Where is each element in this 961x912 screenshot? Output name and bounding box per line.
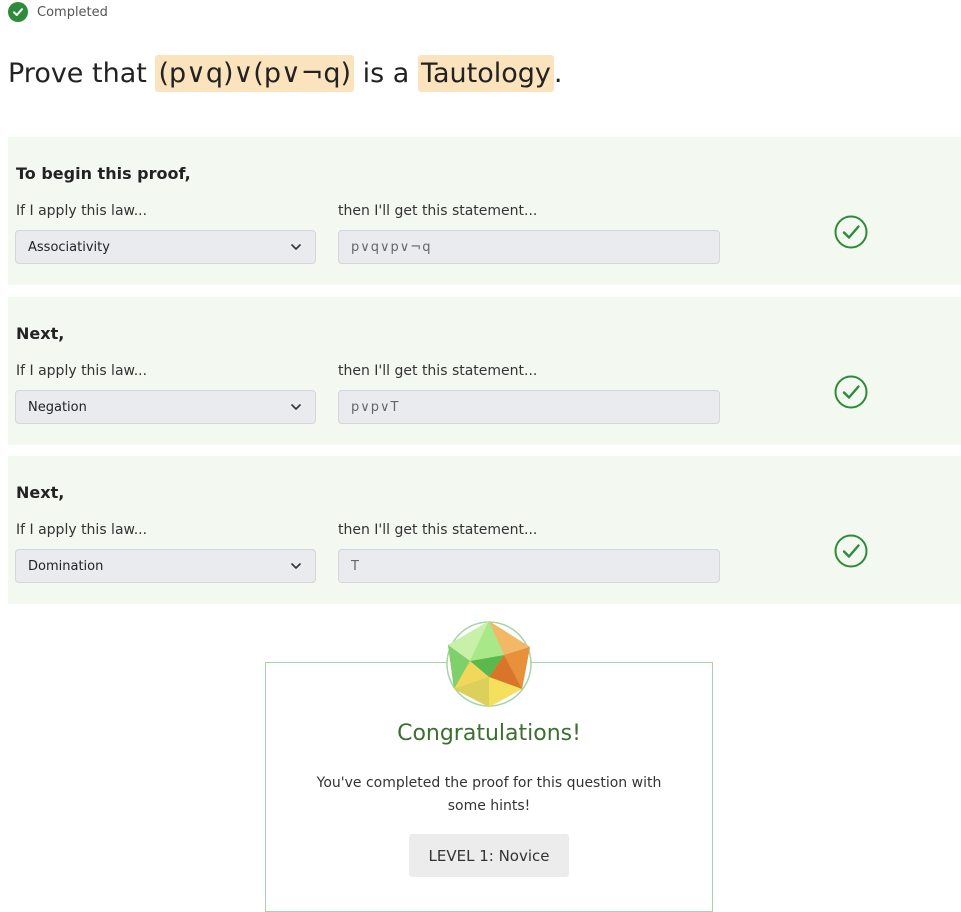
law-label: If I apply this law... — [16, 522, 148, 538]
check-circle-outline-icon — [834, 215, 868, 249]
statement-label: then I'll get this statement... — [338, 363, 538, 379]
check-circle-outline-icon — [834, 375, 868, 409]
step-heading: Next, — [16, 483, 65, 502]
proof-step-3: Next, If I apply this law... then I'll g… — [8, 456, 961, 604]
congratulations-title: Congratulations! — [397, 721, 581, 746]
statement-label: then I'll get this statement... — [338, 203, 538, 219]
law-select[interactable]: Domination — [15, 549, 316, 583]
statement-input[interactable]: p∨q∨p∨¬q — [338, 230, 720, 264]
proof-step-1: To begin this proof, If I apply this law… — [8, 137, 961, 285]
check-circle-outline-icon — [834, 534, 868, 568]
check-circle-icon — [8, 2, 28, 22]
chevron-down-icon — [291, 244, 301, 250]
law-select-value: Negation — [28, 399, 87, 415]
law-label: If I apply this law... — [16, 203, 148, 219]
question-expression: (p∨q)∨(p∨¬q) — [155, 55, 355, 92]
question-target: Tautology — [417, 55, 554, 92]
question-title: Prove that (p∨q)∨(p∨¬q) is a Tautology. — [8, 52, 562, 96]
title-suffix: . — [553, 58, 563, 89]
status-label: Completed — [37, 4, 108, 20]
completion-status: Completed — [8, 2, 108, 22]
step-heading: Next, — [16, 324, 65, 343]
polyhedron-badge-icon — [446, 621, 532, 707]
statement-input[interactable]: T — [338, 549, 720, 583]
law-select[interactable]: Negation — [15, 390, 316, 424]
statement-label: then I'll get this statement... — [338, 522, 538, 538]
law-select-value: Associativity — [28, 239, 110, 255]
chevron-down-icon — [291, 404, 301, 410]
statement-input[interactable]: p∨p∨T — [338, 390, 720, 424]
congratulations-message: You've completed the proof for this ques… — [316, 775, 662, 814]
step-heading: To begin this proof, — [16, 164, 191, 183]
proof-step-2: Next, If I apply this law... then I'll g… — [8, 297, 961, 445]
title-prefix: Prove that — [8, 58, 147, 89]
law-label: If I apply this law... — [16, 363, 148, 379]
title-middle: is a — [362, 58, 410, 89]
level-button[interactable]: LEVEL 1: Novice — [409, 834, 569, 877]
chevron-down-icon — [291, 563, 301, 569]
law-select[interactable]: Associativity — [15, 230, 316, 264]
law-select-value: Domination — [28, 558, 104, 574]
